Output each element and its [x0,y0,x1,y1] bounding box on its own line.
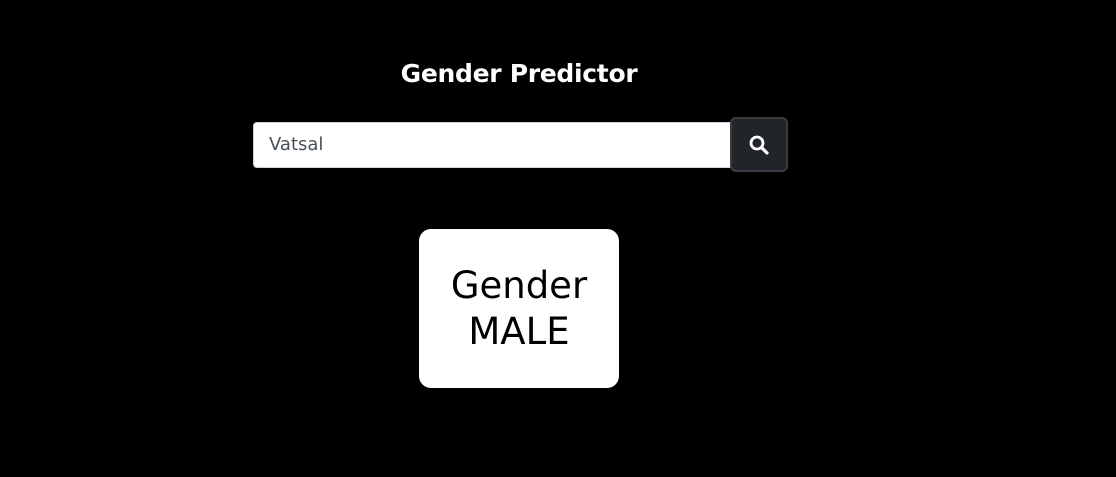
result-label: Gender [450,263,588,307]
search-button[interactable] [730,117,788,172]
search-bar [253,117,788,172]
page: Gender Predictor Gender MALE [0,0,1116,477]
search-icon [749,135,769,155]
result-card: Gender MALE [419,229,619,388]
result-value: MALE [468,309,570,353]
name-input[interactable] [253,121,731,168]
page-title: Gender Predictor [400,59,638,88]
